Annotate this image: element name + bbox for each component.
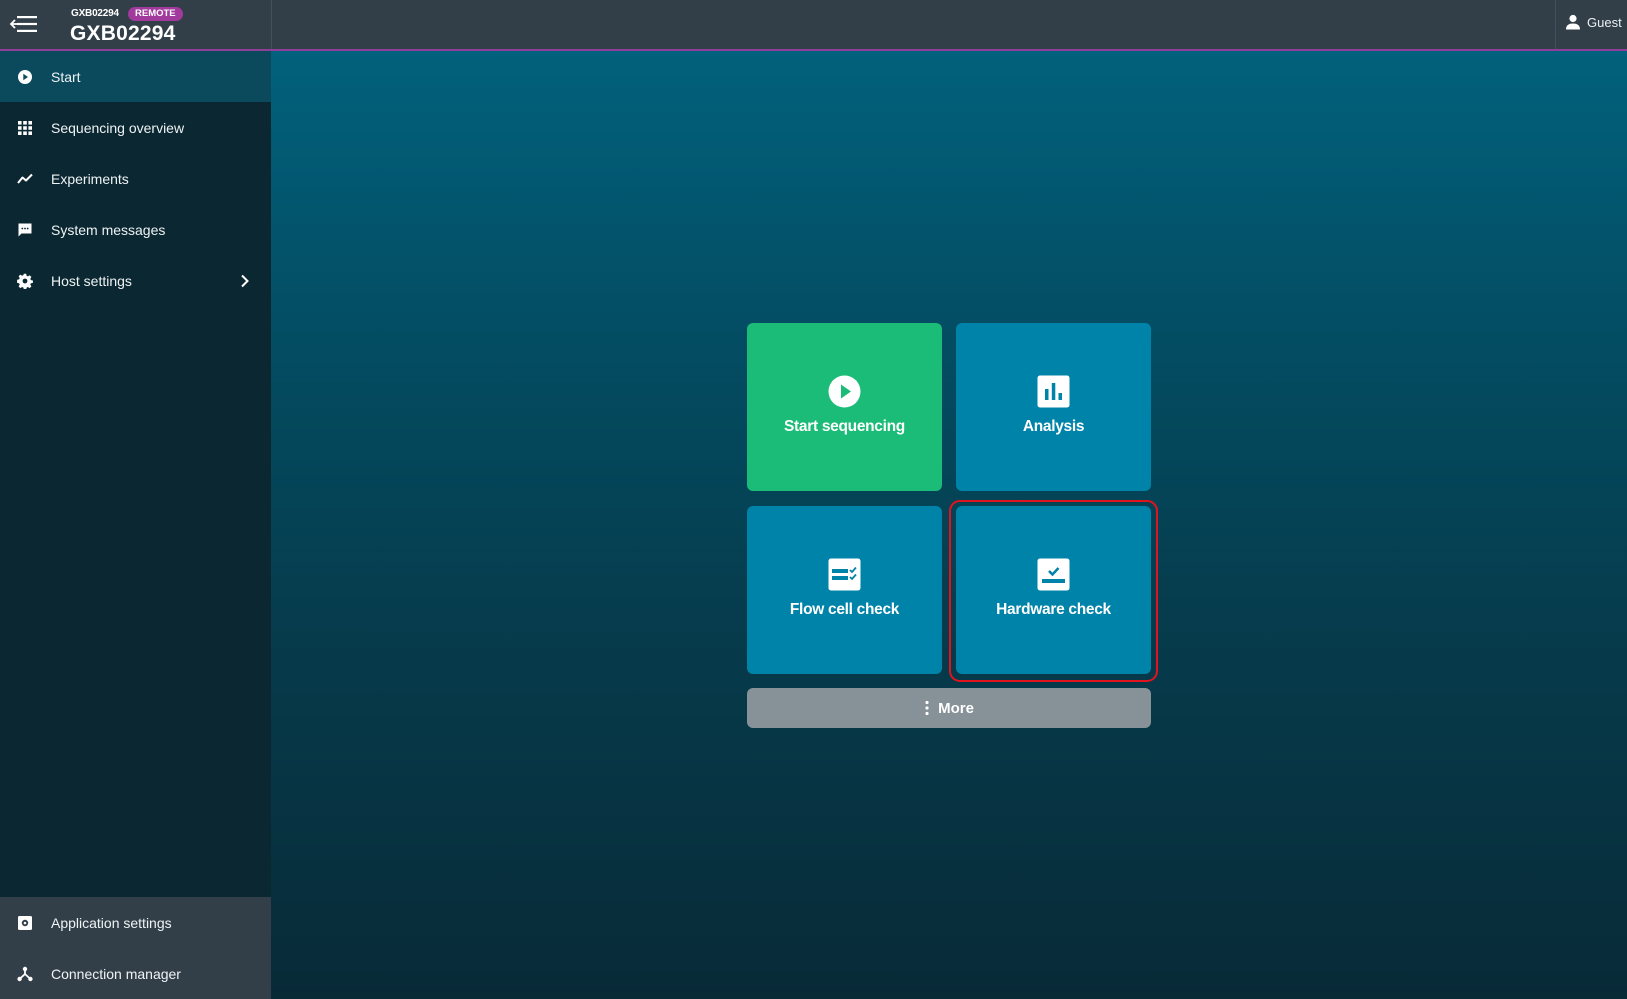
sidebar-bottom: Application settings Connection manager xyxy=(0,897,271,999)
start-sequencing-tile[interactable]: Start sequencing xyxy=(747,323,942,491)
sidebar-item-label: Experiments xyxy=(51,170,129,187)
gear-icon xyxy=(17,273,33,289)
app-header: GXB02294 REMOTE GXB02294 Guest xyxy=(0,0,1627,51)
trend-line-icon xyxy=(17,171,33,187)
sidebar-item-application-settings[interactable]: Application settings xyxy=(0,897,271,948)
header-divider xyxy=(1555,0,1556,49)
sidebar-item-label: Application settings xyxy=(51,914,172,931)
tile-label: Analysis xyxy=(1022,418,1085,435)
user-icon xyxy=(1566,14,1580,30)
sidebar-item-sequencing-overview[interactable]: Sequencing overview xyxy=(0,102,271,153)
sidebar-item-label: Sequencing overview xyxy=(51,119,185,136)
header-divider xyxy=(271,0,272,49)
play-circle-icon xyxy=(828,375,861,408)
user-name: Guest xyxy=(1587,14,1622,30)
play-circle-icon xyxy=(17,69,33,85)
flow-cell-check-tile[interactable]: Flow cell check xyxy=(747,506,942,674)
device-id-small: GXB02294 xyxy=(71,8,119,19)
main-content: Start sequencing Analysis Flow cell chec… xyxy=(271,51,1627,999)
more-button[interactable]: More xyxy=(747,688,1151,728)
sidebar: Start Sequencing overview Experiments Sy… xyxy=(0,51,271,999)
tile-label: Start sequencing xyxy=(784,418,905,435)
sidebar-item-label: Connection manager xyxy=(51,965,181,982)
device-title: GXB02294 xyxy=(70,22,176,45)
grid-icon xyxy=(17,120,33,136)
tile-label: Flow cell check xyxy=(789,601,900,618)
sidebar-item-label: Start xyxy=(51,68,81,85)
sidebar-item-host-settings[interactable]: Host settings xyxy=(0,255,271,306)
collapse-menu-button[interactable] xyxy=(4,9,40,39)
more-label: More xyxy=(938,699,974,717)
sidebar-item-system-messages[interactable]: System messages xyxy=(0,204,271,255)
menu-collapse-icon xyxy=(9,16,37,32)
checklist-icon xyxy=(828,558,861,591)
sidebar-item-start[interactable]: Start xyxy=(0,51,271,102)
tile-label: Hardware check xyxy=(996,601,1111,618)
hardware-check-tile[interactable]: Hardware check xyxy=(956,506,1151,674)
analysis-tile[interactable]: Analysis xyxy=(956,323,1151,491)
settings-box-icon xyxy=(17,915,33,931)
more-vertical-icon xyxy=(925,700,929,716)
user-menu[interactable]: Guest xyxy=(1565,14,1622,30)
bar-chart-icon xyxy=(1037,375,1070,408)
chevron-right-icon xyxy=(241,274,249,287)
remote-badge: REMOTE xyxy=(128,7,183,21)
sidebar-item-experiments[interactable]: Experiments xyxy=(0,153,271,204)
message-icon xyxy=(17,222,33,238)
sidebar-item-label: System messages xyxy=(51,221,166,238)
hardware-check-icon xyxy=(1037,558,1070,591)
sidebar-item-label: Host settings xyxy=(51,272,132,289)
sidebar-item-connection-manager[interactable]: Connection manager xyxy=(0,948,271,999)
network-icon xyxy=(17,966,33,982)
